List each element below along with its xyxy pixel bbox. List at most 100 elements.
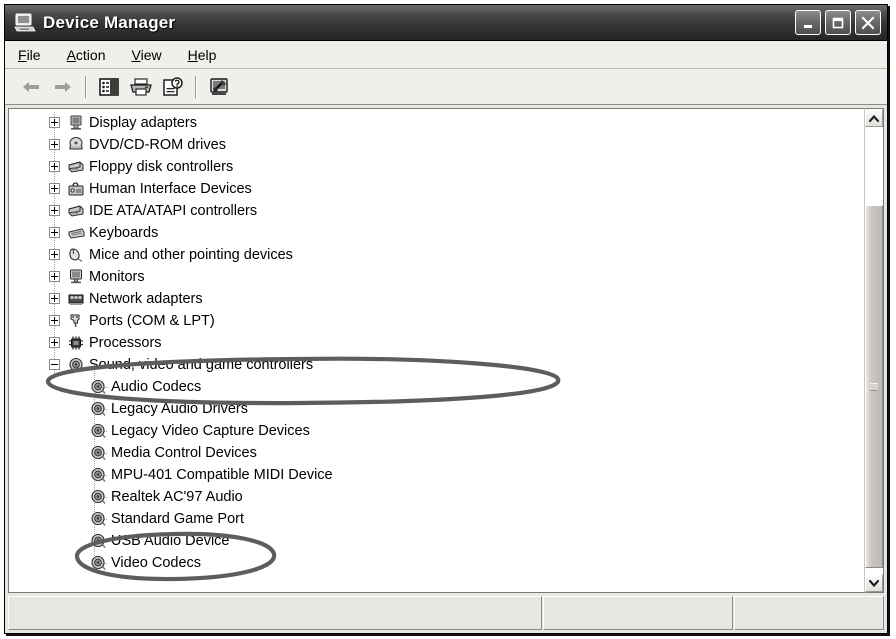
- tree-item-monitors[interactable]: Monitors: [9, 266, 864, 288]
- back-button[interactable]: [15, 72, 47, 102]
- expand-icon[interactable]: [49, 227, 60, 238]
- tree-item-mpu-401-compatible-midi-device[interactable]: MPU-401 Compatible MIDI Device: [9, 464, 864, 486]
- sound-device-icon: [89, 422, 107, 440]
- status-bar: [5, 593, 887, 633]
- close-icon: [860, 15, 876, 31]
- tree-item-network-adapters[interactable]: Network adapters: [9, 288, 864, 310]
- properties-button[interactable]: [157, 72, 189, 102]
- tree-item-standard-game-port[interactable]: Standard Game Port: [9, 508, 864, 530]
- sound-controller-icon: [67, 356, 85, 374]
- show-hide-console-tree-button[interactable]: [93, 72, 125, 102]
- scrollbar-thumb[interactable]: [865, 205, 883, 568]
- scrollbar-down-button[interactable]: [865, 574, 883, 592]
- expand-icon[interactable]: [49, 337, 60, 348]
- expand-icon[interactable]: [49, 183, 60, 194]
- tree-item-label: Audio Codecs: [111, 376, 201, 398]
- floppy-controller-icon: [67, 158, 85, 176]
- display-adapter-icon: [67, 114, 85, 132]
- close-button[interactable]: [855, 10, 881, 35]
- sound-device-icon: [89, 400, 107, 418]
- tree-item-usb-audio-device[interactable]: USB Audio Device: [9, 530, 864, 552]
- scan-hardware-changes-button[interactable]: [203, 72, 235, 102]
- tree-item-floppy-disk-controllers[interactable]: Floppy disk controllers: [9, 156, 864, 178]
- forward-button[interactable]: [47, 72, 79, 102]
- tree-item-label: Legacy Video Capture Devices: [111, 420, 310, 442]
- tree-item-label: Standard Game Port: [111, 508, 244, 530]
- chevron-down-icon: [869, 580, 879, 587]
- monitor-icon: [67, 268, 85, 286]
- print-button[interactable]: [125, 72, 157, 102]
- expand-icon[interactable]: [49, 293, 60, 304]
- tree-item-label: DVD/CD-ROM drives: [89, 134, 226, 156]
- toolbar-separator-2: [195, 76, 197, 98]
- tree-item-video-codecs[interactable]: Video Codecs: [9, 552, 864, 574]
- client-area: Display adaptersDVD/CD-ROM drivesFloppy …: [5, 105, 887, 593]
- sound-device-icon: [89, 466, 107, 484]
- tree-item-ports-com-lpt[interactable]: Ports (COM & LPT): [9, 310, 864, 332]
- sound-device-icon: [89, 488, 107, 506]
- caption-button-group: [795, 10, 881, 35]
- minimize-button[interactable]: [795, 10, 821, 35]
- console-tree-icon: [98, 77, 120, 97]
- properties-icon: [162, 77, 184, 97]
- tree-item-label: Sound, video and game controllers: [89, 354, 313, 376]
- tree-item-realtek-ac-97-audio[interactable]: Realtek AC'97 Audio: [9, 486, 864, 508]
- status-pane-tertiary: [734, 596, 884, 630]
- tree-item-label: Legacy Audio Drivers: [111, 398, 248, 420]
- tree-item-mice-and-other-pointing-devices[interactable]: Mice and other pointing devices: [9, 244, 864, 266]
- expand-icon[interactable]: [49, 315, 60, 326]
- title-bar[interactable]: Device Manager: [5, 5, 887, 41]
- expand-icon[interactable]: [49, 249, 60, 260]
- hid-icon: [67, 180, 85, 198]
- ide-controller-icon: [67, 202, 85, 220]
- tree-item-display-adapters[interactable]: Display adapters: [9, 112, 864, 134]
- expand-icon[interactable]: [49, 139, 60, 150]
- expand-icon[interactable]: [49, 161, 60, 172]
- tree-item-label: Human Interface Devices: [89, 178, 252, 200]
- vertical-scrollbar[interactable]: [864, 108, 884, 593]
- maximize-button[interactable]: [825, 10, 851, 35]
- port-icon: [67, 312, 85, 330]
- computer-icon: [14, 13, 36, 33]
- menu-item-view[interactable]: View: [132, 48, 162, 62]
- tree-item-keyboards[interactable]: Keyboards: [9, 222, 864, 244]
- scrollbar-track[interactable]: [865, 127, 883, 574]
- tree-item-label: Display adapters: [89, 112, 197, 134]
- sound-device-icon: [89, 510, 107, 528]
- menu-item-help[interactable]: Help: [188, 48, 217, 62]
- expand-icon[interactable]: [49, 271, 60, 282]
- tree-item-label: USB Audio Device: [111, 530, 229, 552]
- tree-item-legacy-audio-drivers[interactable]: Legacy Audio Drivers: [9, 398, 864, 420]
- expand-icon[interactable]: [49, 117, 60, 128]
- tree-item-label: Video Codecs: [111, 552, 201, 574]
- tree-item-label: Monitors: [89, 266, 145, 288]
- chevron-up-icon: [869, 115, 879, 122]
- tree-item-human-interface-devices[interactable]: Human Interface Devices: [9, 178, 864, 200]
- collapse-icon[interactable]: [49, 359, 60, 370]
- tree-item-label: Floppy disk controllers: [89, 156, 233, 178]
- mouse-icon: [67, 246, 85, 264]
- expand-icon[interactable]: [49, 205, 60, 216]
- tree-item-label: Mice and other pointing devices: [89, 244, 293, 266]
- network-adapter-icon: [67, 290, 85, 308]
- scan-hardware-icon: [208, 77, 230, 97]
- tree-item-sound-video-and-game-controllers[interactable]: Sound, video and game controllers: [9, 354, 864, 376]
- tree-item-label: Processors: [89, 332, 162, 354]
- tree-item-label: Realtek AC'97 Audio: [111, 486, 243, 508]
- tree-item-legacy-video-capture-devices[interactable]: Legacy Video Capture Devices: [9, 420, 864, 442]
- tree-item-media-control-devices[interactable]: Media Control Devices: [9, 442, 864, 464]
- tree-item-audio-codecs[interactable]: Audio Codecs: [9, 376, 864, 398]
- back-arrow-icon: [20, 78, 42, 96]
- menu-item-action-rest: ction: [76, 47, 106, 63]
- tree-item-processors[interactable]: Processors: [9, 332, 864, 354]
- menu-item-file[interactable]: File: [18, 48, 41, 62]
- dvd-drive-icon: [67, 136, 85, 154]
- window-title: Device Manager: [43, 13, 175, 33]
- processor-icon: [67, 334, 85, 352]
- menu-item-action[interactable]: Action: [67, 48, 106, 62]
- device-tree-panel[interactable]: Display adaptersDVD/CD-ROM drivesFloppy …: [8, 108, 864, 593]
- scrollbar-up-button[interactable]: [865, 109, 883, 127]
- tree-item-dvd-cd-rom-drives[interactable]: DVD/CD-ROM drives: [9, 134, 864, 156]
- tree-item-ide-ata-atapi-controllers[interactable]: IDE ATA/ATAPI controllers: [9, 200, 864, 222]
- tree-item-label: MPU-401 Compatible MIDI Device: [111, 464, 333, 486]
